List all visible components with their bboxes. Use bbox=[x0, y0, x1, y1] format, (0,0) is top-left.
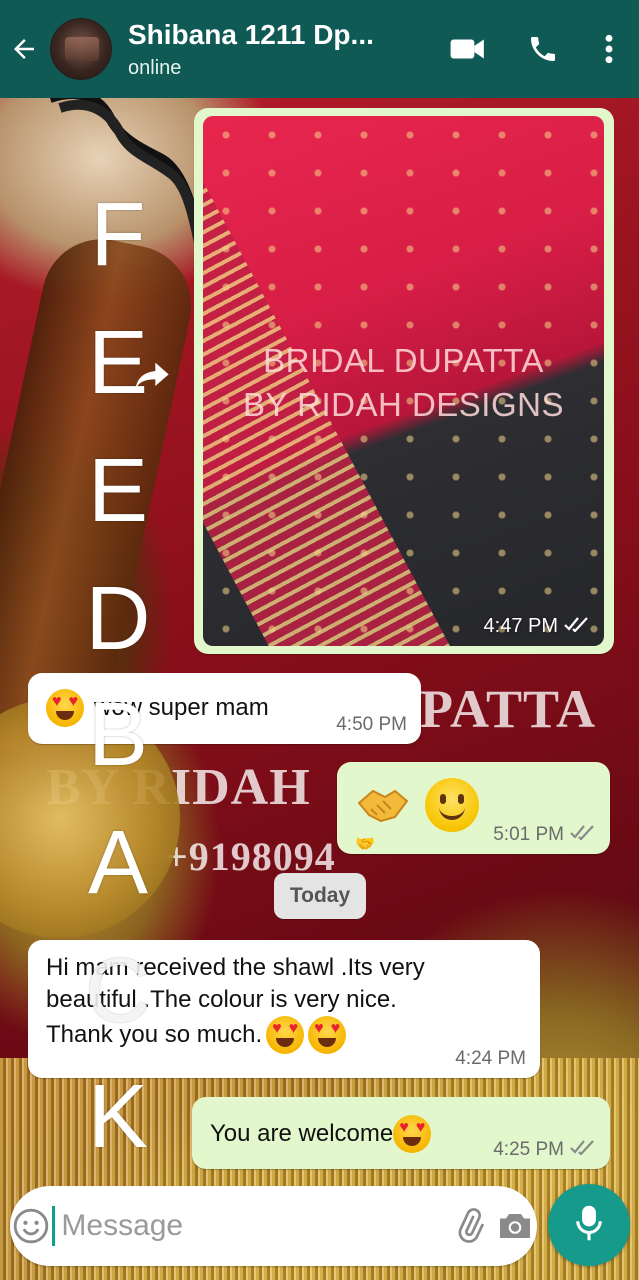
mic-button[interactable] bbox=[548, 1184, 630, 1266]
feedback-letter-e2: E bbox=[87, 441, 149, 541]
message-time: 4:25 PM bbox=[493, 1139, 596, 1161]
image-time-text: 4:47 PM bbox=[483, 615, 558, 637]
emoji-icon[interactable] bbox=[10, 1186, 52, 1266]
message-input[interactable] bbox=[52, 1206, 448, 1246]
contact-info[interactable]: Shibana 1211 Dp... online bbox=[128, 19, 429, 80]
feedback-letter-b: B bbox=[87, 685, 149, 785]
avatar[interactable] bbox=[50, 18, 112, 80]
sequin-pattern-graphic bbox=[203, 116, 604, 646]
more-vert-icon[interactable] bbox=[579, 0, 639, 98]
image-caption-line2: BY RIDAH DESIGNS bbox=[243, 386, 564, 423]
feedback-letter-f: F bbox=[90, 185, 146, 285]
date-divider: Today bbox=[274, 873, 366, 919]
image-message[interactable]: BRIDAL DUPATTA BY RIDAH DESIGNS 4:47 PM bbox=[203, 116, 604, 646]
image-message-time: 4:47 PM bbox=[484, 615, 590, 638]
double-check-icon bbox=[570, 824, 596, 846]
smile-emoji-icon bbox=[425, 778, 479, 832]
message-time: 4:50 PM bbox=[336, 714, 407, 735]
outgoing-message-welcome[interactable]: You are welcome 4:25 PM bbox=[192, 1097, 610, 1169]
double-check-icon bbox=[564, 615, 590, 638]
contact-status: online bbox=[128, 56, 182, 79]
forward-icon[interactable] bbox=[132, 358, 176, 398]
message-composer bbox=[10, 1186, 537, 1266]
outgoing-message-emoji[interactable]: 5:01 PM bbox=[337, 762, 610, 854]
feedback-letter-k: K bbox=[87, 1067, 149, 1167]
video-call-icon[interactable] bbox=[429, 0, 507, 98]
message-time: 4:24 PM bbox=[455, 1048, 526, 1069]
back-arrow-icon[interactable] bbox=[0, 0, 48, 98]
attach-icon[interactable] bbox=[447, 1186, 492, 1266]
feedback-letter-c: C bbox=[85, 941, 151, 1041]
message-time-text: 4:25 PM bbox=[493, 1139, 564, 1160]
feedback-letter-a: A bbox=[87, 813, 149, 913]
message-time: 5:01 PM bbox=[493, 824, 596, 846]
message-time-text: 5:01 PM bbox=[493, 824, 564, 845]
heart-eyes-emoji-icon bbox=[393, 1115, 432, 1153]
camera-icon[interactable] bbox=[492, 1186, 537, 1266]
heart-eyes-emoji-icon bbox=[308, 1016, 347, 1054]
double-check-icon bbox=[570, 1139, 596, 1161]
mic-icon bbox=[574, 1204, 604, 1247]
message-text: You are welcome bbox=[210, 1120, 394, 1147]
chat-header: Shibana 1211 Dp... online bbox=[0, 0, 639, 98]
wallpaper-text-patta: PATTA bbox=[420, 679, 596, 739]
contact-name: Shibana 1211 Dp... bbox=[128, 18, 374, 50]
heart-eyes-emoji-icon bbox=[266, 1016, 305, 1054]
feedback-letter-d: D bbox=[85, 569, 151, 669]
phone-icon[interactable] bbox=[507, 0, 579, 98]
handshake-emoji-icon bbox=[355, 781, 411, 829]
image-caption-line1: BRIDAL DUPATTA bbox=[263, 342, 544, 379]
